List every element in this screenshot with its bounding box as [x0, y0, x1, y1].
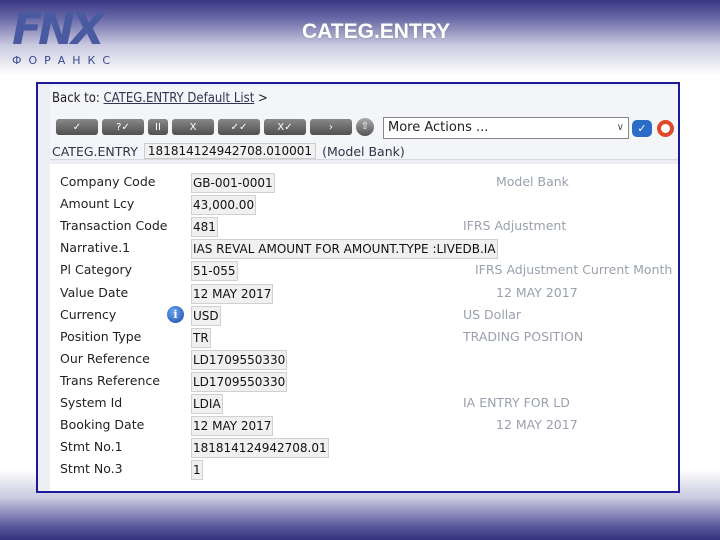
field-row: Our Reference LD1709550330 — [50, 349, 678, 371]
go-checkmark-icon[interactable]: ✓ — [632, 120, 652, 137]
field-value[interactable]: 12 MAY 2017 — [191, 416, 274, 437]
field-label: Value Date — [60, 284, 129, 300]
logo: FNX ФОРАНКС — [12, 8, 132, 68]
field-label: Position Type — [60, 328, 142, 344]
field-label: Pl Category — [60, 262, 133, 278]
field-value[interactable]: 51-055 — [191, 261, 238, 282]
field-description: IFRS Adjustment — [463, 218, 567, 234]
field-description: US Dollar — [463, 306, 522, 322]
delete-button[interactable]: X — [172, 119, 214, 135]
breadcrumb: Back to: CATEG.ENTRY Default List > — [52, 91, 268, 106]
action-toolbar: ✓ ?✓ II X ✓✓ X✓ › ⇧ — [56, 118, 374, 136]
field-description: IFRS Adjustment Current Month — [475, 262, 673, 278]
info-icon[interactable]: i — [167, 305, 184, 323]
record-company: (Model Bank) — [322, 143, 405, 159]
field-row: Booking Date 12 MAY 2017 12 MAY 2017 — [50, 415, 678, 437]
field-row: Transaction Code 481 IFRS Adjustment — [50, 216, 678, 238]
field-label: Narrative.1 — [60, 240, 131, 256]
app-window: Back to: CATEG.ENTRY Default List > ✓ ?✓… — [36, 82, 680, 493]
field-row: Narrative.1 IAS REVAL AMOUNT FOR AMOUNT.T… — [50, 238, 678, 260]
field-label: Booking Date — [60, 417, 145, 433]
field-label: Amount Lcy — [60, 196, 135, 212]
field-label: Trans Reference — [60, 372, 160, 388]
field-row: Amount Lcy 43,000.00 — [50, 194, 678, 216]
next-button[interactable]: › — [310, 119, 352, 135]
record-id-field[interactable]: 181814124942708.010001 — [143, 143, 317, 159]
back-link[interactable]: CATEG.ENTRY Default List — [104, 91, 255, 106]
field-value[interactable]: 12 MAY 2017 — [191, 283, 274, 304]
field-value[interactable]: LD1709550330 — [191, 371, 288, 392]
field-value[interactable]: 43,000.00 — [191, 195, 257, 216]
authorise-button[interactable]: ✓✓ — [218, 119, 260, 135]
field-value[interactable]: LD1709550330 — [191, 349, 288, 370]
upload-icon[interactable]: ⇧ — [356, 118, 374, 136]
help-lifebuoy-icon[interactable] — [657, 120, 674, 137]
field-label: System Id — [60, 395, 123, 410]
field-row: Currency i USD US Dollar — [50, 305, 678, 327]
toolbar-area: Back to: CATEG.ENTRY Default List > ✓ ?✓… — [50, 86, 678, 160]
record-app: CATEG.ENTRY — [52, 143, 138, 159]
record-form: Company Code GB-001-0001 Model Bank Amount … — [50, 164, 678, 491]
chevron-down-icon: ∨ — [616, 122, 624, 133]
field-value[interactable]: IAS REVAL AMOUNT FOR AMOUNT.TYPE :LIVEDB… — [191, 239, 498, 260]
field-row: Position Type TR TRADING POSITION — [50, 327, 678, 349]
field-description: TRADING POSITION — [463, 328, 584, 344]
reverse-button[interactable]: X✓ — [264, 119, 306, 135]
field-row: Company Code GB-001-0001 Model Bank — [50, 172, 678, 194]
field-label: Our Reference — [60, 350, 150, 366]
field-label: Transaction Code — [60, 218, 168, 234]
field-label: Company Code — [60, 174, 156, 189]
more-actions-value: More Actions ... — [388, 120, 489, 135]
field-value[interactable]: USD — [191, 305, 221, 326]
field-row: System Id LDIA IA ENTRY FOR LD — [50, 393, 678, 415]
field-description: Model Bank — [496, 174, 569, 189]
field-value[interactable]: 1 — [191, 460, 203, 481]
more-actions-select[interactable]: More Actions ... ∨ — [383, 117, 629, 139]
record-header: CATEG.ENTRY 181814124942708.010001 (Mode… — [52, 143, 405, 159]
field-row: Stmt No.3 1 — [50, 459, 678, 481]
field-value[interactable]: GB-001-0001 — [191, 173, 275, 193]
commit-button[interactable]: ✓ — [56, 119, 98, 135]
field-description: 12 MAY 2017 — [496, 417, 578, 433]
field-description: 12 MAY 2017 — [496, 284, 578, 300]
field-row: Value Date 12 MAY 2017 12 MAY 2017 — [50, 283, 678, 305]
back-chevron: > — [258, 91, 268, 106]
field-value[interactable]: LDIA — [191, 394, 223, 414]
field-row: Pl Category 51-055 IFRS Adjustment Current… — [50, 260, 678, 282]
hold-button[interactable]: II — [148, 119, 168, 135]
field-description: IA ENTRY FOR LD — [463, 395, 570, 410]
field-label: Currency — [60, 306, 117, 322]
field-label: Stmt No.3 — [60, 461, 123, 477]
logo-text: FNX — [12, 4, 105, 55]
field-value[interactable]: 181814124942708.01 — [191, 438, 329, 459]
field-value[interactable]: 481 — [191, 217, 218, 238]
page-title: CATEG.ENTRY — [302, 20, 451, 43]
field-row: Stmt No.1 181814124942708.01 — [50, 437, 678, 459]
validate-button[interactable]: ?✓ — [102, 119, 144, 135]
field-row: Trans Reference LD1709550330 — [50, 371, 678, 393]
field-value[interactable]: TR — [191, 327, 211, 348]
back-label: Back to: — [52, 91, 100, 106]
logo-subtitle: ФОРАНКС — [12, 54, 118, 67]
field-label: Stmt No.1 — [60, 439, 123, 455]
